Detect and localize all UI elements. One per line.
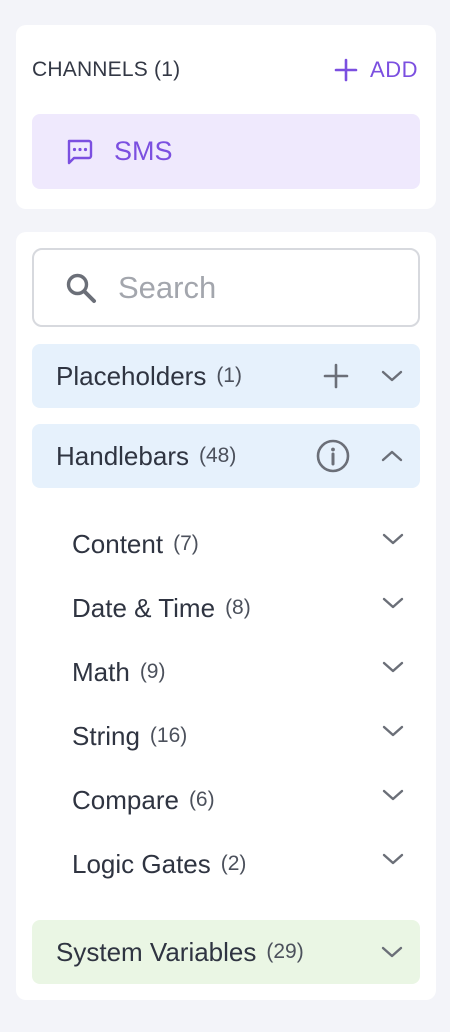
group-label: Logic Gates: [72, 848, 211, 879]
plus-icon: [334, 58, 358, 82]
section-label: Placeholders: [56, 360, 207, 391]
plus-icon: [323, 363, 349, 389]
section-count: (29): [266, 940, 304, 963]
section-placeholders[interactable]: Placeholders (1): [32, 344, 420, 408]
info-icon: [316, 439, 350, 473]
section-handlebars[interactable]: Handlebars (48): [32, 424, 420, 488]
group-count: (16): [149, 724, 188, 747]
search-box[interactable]: [32, 248, 420, 327]
chevron-down-icon[interactable]: [382, 852, 404, 866]
chevron-up-icon: [381, 450, 403, 462]
handlebars-group-string[interactable]: String (16): [72, 711, 404, 761]
section-count: (1): [216, 364, 242, 387]
variables-panel: Placeholders (1) Handlebars (48): [16, 232, 436, 1000]
chevron-down-icon[interactable]: [382, 788, 404, 802]
channels-title: CHANNELS (1): [32, 58, 181, 81]
search-icon: [66, 273, 96, 303]
section-count: (48): [198, 444, 237, 467]
group-count: (9): [139, 660, 166, 683]
group-label: String: [72, 720, 140, 751]
handlebars-group-content[interactable]: Content (7): [72, 519, 404, 569]
group-count: (6): [188, 788, 215, 811]
group-count: (7): [173, 532, 199, 555]
section-actions: [380, 920, 404, 984]
handlebars-info-button[interactable]: [316, 439, 350, 473]
chevron-down-icon: [381, 370, 403, 382]
channels-panel: CHANNELS (1) ADD SMS: [16, 25, 436, 209]
collapse-handlebars-button[interactable]: [380, 444, 404, 468]
expand-placeholders-button[interactable]: [380, 364, 404, 388]
section-actions: [316, 424, 404, 488]
handlebars-group-logic-gates[interactable]: Logic Gates (2): [72, 839, 404, 889]
chevron-down-icon[interactable]: [382, 724, 404, 738]
chevron-down-icon[interactable]: [382, 532, 404, 546]
expand-system-variables-button[interactable]: [380, 940, 404, 964]
group-label: Content: [72, 528, 164, 559]
add-placeholder-button[interactable]: [322, 362, 350, 390]
group-label: Compare: [72, 784, 179, 815]
section-system-variables[interactable]: System Variables (29): [32, 920, 420, 984]
message-icon: [67, 139, 93, 164]
group-label: Date & Time: [72, 592, 216, 623]
group-label: Math: [72, 656, 130, 687]
handlebars-group-date-time[interactable]: Date & Time (8): [72, 583, 404, 633]
section-actions: [322, 344, 404, 408]
add-channel-label: ADD: [370, 57, 418, 82]
group-count: (2): [220, 852, 247, 875]
chevron-down-icon[interactable]: [382, 660, 404, 674]
add-channel-button[interactable]: ADD: [334, 57, 420, 83]
channel-item-label: SMS: [114, 136, 173, 166]
handlebars-group-math[interactable]: Math (9): [72, 647, 404, 697]
handlebars-group-compare[interactable]: Compare (6): [72, 775, 404, 825]
section-label: System Variables: [56, 936, 257, 967]
search-input[interactable]: [118, 269, 358, 306]
group-count: (8): [225, 596, 251, 619]
section-label: Handlebars: [56, 440, 189, 471]
channels-header: CHANNELS (1) ADD: [32, 57, 420, 83]
channel-item-sms[interactable]: SMS: [32, 114, 420, 189]
chevron-down-icon[interactable]: [382, 596, 404, 610]
chevron-down-icon: [381, 946, 403, 958]
